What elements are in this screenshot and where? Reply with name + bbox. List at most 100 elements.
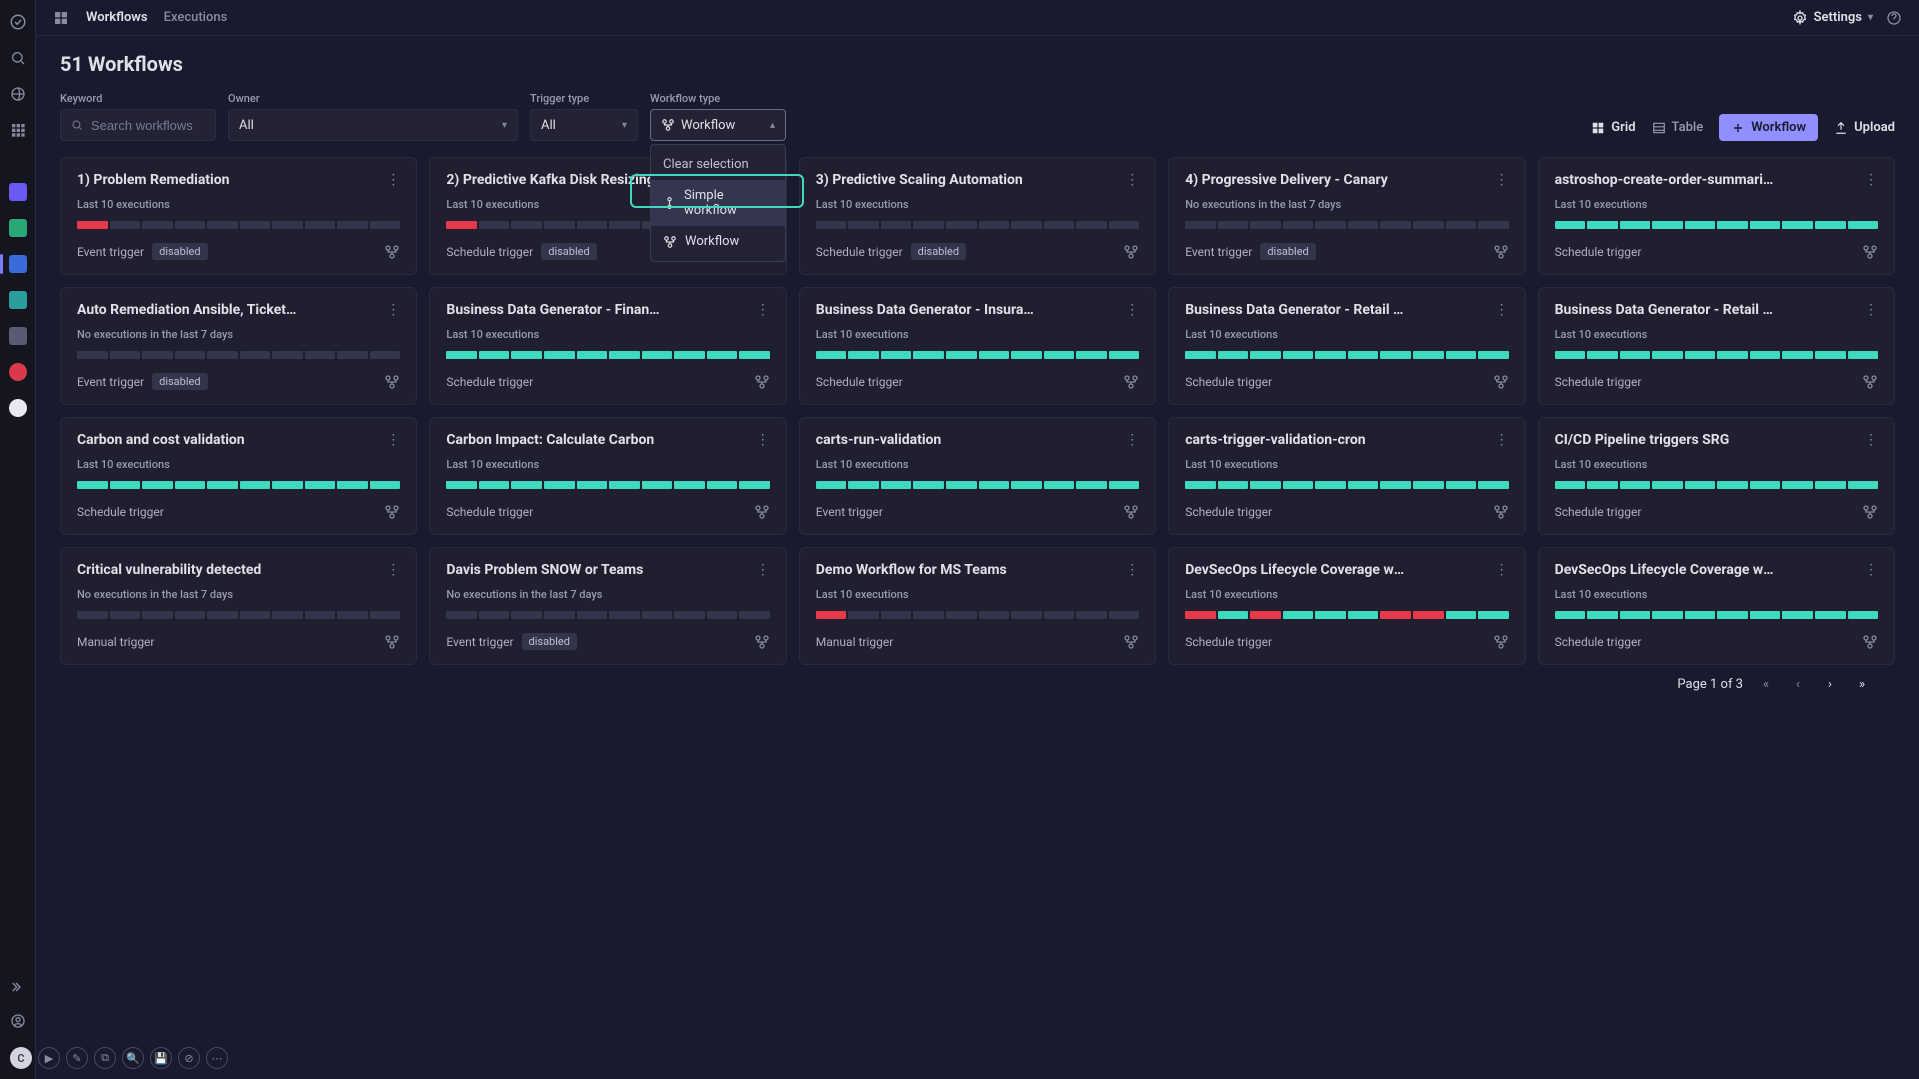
card-trigger: Schedule trigger — [1555, 505, 1642, 519]
workflow-card[interactable]: Carbon Impact: Calculate Carbon ⋮ Last 1… — [429, 417, 786, 535]
card-more-button[interactable]: ⋮ — [756, 432, 770, 448]
workflow-card[interactable]: carts-trigger-validation-cron ⋮ Last 10 … — [1168, 417, 1525, 535]
footer-block-icon[interactable]: ⊘ — [178, 1047, 200, 1069]
apps-icon[interactable] — [8, 120, 28, 140]
card-more-button[interactable]: ⋮ — [756, 562, 770, 578]
card-trigger-label: Manual trigger — [77, 635, 154, 649]
filter-trigger-label: Trigger type — [530, 92, 638, 105]
sidebar — [0, 0, 36, 1079]
exec-segment — [913, 481, 944, 489]
footer-copy-icon[interactable]: ⧉ — [94, 1047, 116, 1069]
card-more-button[interactable]: ⋮ — [1495, 432, 1509, 448]
dropdown-clear[interactable]: Clear selection — [651, 149, 785, 180]
exec-segment — [1380, 221, 1411, 229]
workflow-card[interactable]: Demo Workflow for MS Teams ⋮ Last 10 exe… — [799, 547, 1156, 665]
tab-workflows[interactable]: Workflows — [86, 10, 148, 25]
card-more-button[interactable]: ⋮ — [1125, 432, 1139, 448]
card-more-button[interactable]: ⋮ — [1495, 302, 1509, 318]
upload-button[interactable]: Upload — [1834, 120, 1895, 135]
help-icon[interactable] — [1885, 9, 1903, 27]
card-more-button[interactable]: ⋮ — [756, 302, 770, 318]
card-more-button[interactable]: ⋮ — [1864, 432, 1878, 448]
nav-item-1[interactable] — [8, 182, 28, 202]
page-last-button[interactable]: » — [1853, 677, 1871, 692]
tab-executions[interactable]: Executions — [164, 10, 228, 25]
disabled-badge: disabled — [522, 633, 577, 650]
account-icon[interactable] — [8, 1011, 28, 1031]
workflow-card[interactable]: Auto Remediation Ansible, Ticketi... ⋮ N… — [60, 287, 417, 405]
type-dropdown: Clear selection Simple workflow Workflow — [650, 144, 786, 262]
dropdown-workflow[interactable]: Workflow — [651, 226, 785, 257]
exec-segment — [337, 351, 368, 359]
add-workflow-button[interactable]: Workflow — [1719, 114, 1818, 141]
card-more-button[interactable]: ⋮ — [386, 562, 400, 578]
search-icon[interactable] — [8, 48, 28, 68]
workflow-card[interactable]: 1) Problem Remediation ⋮ Last 10 executi… — [60, 157, 417, 275]
workflow-card[interactable]: Business Data Generator - Retail -... ⋮ … — [1168, 287, 1525, 405]
owner-select[interactable]: All ▾ — [228, 109, 518, 141]
footer-edit-icon[interactable]: ✎ — [66, 1047, 88, 1069]
exec-segment — [337, 221, 368, 229]
view-table-button[interactable]: Table — [1652, 120, 1704, 135]
workflow-card[interactable]: 4) Progressive Delivery - Canary ⋮ No ex… — [1168, 157, 1525, 275]
workflow-card[interactable]: Business Data Generator - Insuran... ⋮ L… — [799, 287, 1156, 405]
nav-item-workflows[interactable] — [8, 254, 28, 274]
card-more-button[interactable]: ⋮ — [1495, 172, 1509, 188]
card-more-button[interactable]: ⋮ — [1495, 562, 1509, 578]
card-more-button[interactable]: ⋮ — [1864, 562, 1878, 578]
logo-icon[interactable] — [8, 12, 28, 32]
exec-segment — [674, 611, 705, 619]
exec-segment — [1685, 221, 1716, 229]
workflow-card[interactable]: Davis Problem SNOW or Teams ⋮ No executi… — [429, 547, 786, 665]
user-avatar[interactable]: C — [10, 1047, 32, 1069]
workflow-card[interactable]: CI/CD Pipeline triggers SRG ⋮ Last 10 ex… — [1538, 417, 1895, 535]
type-select[interactable]: Workflow ▴ — [650, 109, 786, 141]
exec-segment — [816, 221, 847, 229]
search-input[interactable] — [91, 118, 205, 133]
settings-button[interactable]: Settings ▾ — [1792, 10, 1873, 26]
card-title: DevSecOps Lifecycle Coverage wit... — [1555, 562, 1775, 578]
nav-item-4[interactable] — [8, 290, 28, 310]
card-more-button[interactable]: ⋮ — [1125, 562, 1139, 578]
workflow-card[interactable]: Business Data Generator - Financi... ⋮ L… — [429, 287, 786, 405]
nav-item-2[interactable] — [8, 218, 28, 238]
card-more-button[interactable]: ⋮ — [1864, 302, 1878, 318]
exec-segment — [1620, 221, 1651, 229]
workflow-card[interactable]: astroshop-create-order-summaries ⋮ Last … — [1538, 157, 1895, 275]
workflow-card[interactable]: Business Data Generator - Retail -... ⋮ … — [1538, 287, 1895, 405]
trigger-select[interactable]: All ▾ — [530, 109, 638, 141]
footer-play-icon[interactable]: ▶ — [38, 1047, 60, 1069]
workflow-card[interactable]: Critical vulnerability detected ⋮ No exe… — [60, 547, 417, 665]
workflow-card[interactable]: DevSecOps Lifecycle Coverage wit... ⋮ La… — [1538, 547, 1895, 665]
card-more-button[interactable]: ⋮ — [386, 302, 400, 318]
app-icon[interactable] — [52, 9, 70, 27]
footer-search-icon[interactable]: 🔍 — [122, 1047, 144, 1069]
card-more-button[interactable]: ⋮ — [386, 432, 400, 448]
workflow-card[interactable]: carts-run-validation ⋮ Last 10 execution… — [799, 417, 1156, 535]
card-more-button[interactable]: ⋮ — [1125, 302, 1139, 318]
nav-item-5[interactable] — [8, 326, 28, 346]
card-more-button[interactable]: ⋮ — [1864, 172, 1878, 188]
footer-save-icon[interactable]: 💾 — [150, 1047, 172, 1069]
nav-item-7[interactable] — [8, 398, 28, 418]
workflow-card[interactable]: DevSecOps Lifecycle Coverage wit... ⋮ La… — [1168, 547, 1525, 665]
view-grid-button[interactable]: Grid — [1591, 120, 1635, 135]
exec-segment — [175, 611, 206, 619]
page-next-button[interactable]: › — [1821, 677, 1839, 692]
search-input-wrap[interactable] — [60, 109, 216, 141]
workflow-card[interactable]: Carbon and cost validation ⋮ Last 10 exe… — [60, 417, 417, 535]
explore-icon[interactable] — [8, 84, 28, 104]
expand-sidebar-icon[interactable] — [10, 979, 26, 995]
dropdown-simple-workflow[interactable]: Simple workflow — [651, 180, 785, 226]
card-more-button[interactable]: ⋮ — [1125, 172, 1139, 188]
exec-segment — [1478, 481, 1509, 489]
exec-segment — [1685, 611, 1716, 619]
footer-more-icon[interactable]: ⋯ — [206, 1047, 228, 1069]
workflow-card[interactable]: 3) Predictive Scaling Automation ⋮ Last … — [799, 157, 1156, 275]
exec-segment — [207, 351, 238, 359]
page-prev-button[interactable]: ‹ — [1789, 677, 1807, 692]
page-first-button[interactable]: « — [1757, 677, 1775, 692]
card-more-button[interactable]: ⋮ — [386, 172, 400, 188]
nav-item-6[interactable] — [8, 362, 28, 382]
card-trigger: Schedule trigger — [1555, 245, 1642, 259]
